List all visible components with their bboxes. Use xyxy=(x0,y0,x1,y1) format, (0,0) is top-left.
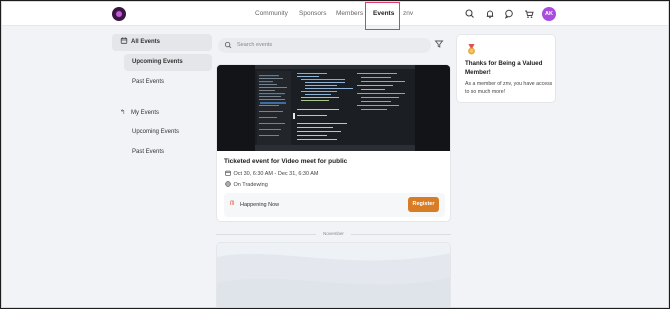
event-placeholder-image xyxy=(217,243,450,307)
bell-icon[interactable] xyxy=(484,8,496,20)
event-date: Oct 30, 6:30 AM - Dec 31, 6:30 AM xyxy=(233,171,319,177)
member-card-title: Thanks for Being a Valued Member! xyxy=(465,60,543,76)
month-divider: November xyxy=(216,230,451,238)
member-card-body: As a member of znv, you have access to s… xyxy=(465,81,553,95)
search-icon[interactable] xyxy=(464,8,476,20)
nav-sponsors[interactable]: Sponsors xyxy=(299,2,326,26)
calendar-icon xyxy=(120,37,128,44)
globe-icon xyxy=(225,181,231,187)
month-label: November xyxy=(323,231,344,236)
app-window: Community Sponsors Members Events znv AK xyxy=(1,1,669,308)
sidebar-item-all-events[interactable]: All Events xyxy=(112,34,212,51)
event-card[interactable]: Ticketed event for Video meet for public… xyxy=(216,64,451,222)
nav-members[interactable]: Members xyxy=(336,2,363,26)
search-icon xyxy=(224,41,232,49)
event-status: Happening Now xyxy=(240,202,280,208)
sidebar-item-my-events[interactable]: ↰ My Events xyxy=(112,104,212,121)
event-location: On Tradewing xyxy=(233,182,268,188)
live-status-icon: ᗰ xyxy=(230,201,235,207)
member-welcome-card: Thanks for Being a Valued Member! As a m… xyxy=(456,34,556,103)
event-footer: ᗰ Happening Now Register xyxy=(224,193,445,217)
event-location-row: On Tradewing xyxy=(224,181,268,188)
sidebar-item-my-past-events[interactable]: Past Events xyxy=(124,144,212,161)
filter-icon[interactable] xyxy=(434,39,444,49)
user-avatar[interactable]: AK xyxy=(542,7,556,21)
search-events-input[interactable]: Search events xyxy=(218,38,431,53)
event-card[interactable] xyxy=(216,242,451,307)
nav-community[interactable]: Community xyxy=(255,2,288,26)
event-date-row: Oct 30, 6:30 AM - Dec 31, 6:30 AM xyxy=(224,170,319,177)
sidebar-item-past-events[interactable]: Past Events xyxy=(124,74,212,91)
sidebar-item-my-upcoming-events[interactable]: Upcoming Events xyxy=(124,124,212,141)
nav-znv[interactable]: znv xyxy=(403,2,413,26)
top-navigation-bar: Community Sponsors Members Events znv AK xyxy=(2,2,668,26)
calendar-icon xyxy=(225,170,231,176)
search-placeholder: Search events xyxy=(237,42,273,48)
event-title[interactable]: Ticketed event for Video meet for public xyxy=(224,158,347,165)
sidebar-label: All Events xyxy=(131,39,161,45)
reply-arrow-icon: ↰ xyxy=(120,109,126,116)
sidebar-item-upcoming-events[interactable]: Upcoming Events xyxy=(124,54,212,71)
events-tab-highlight xyxy=(365,2,400,30)
sidebar-label: My Events xyxy=(131,110,160,116)
cart-icon[interactable] xyxy=(523,8,535,20)
medal-icon xyxy=(468,44,475,55)
event-thumbnail-image xyxy=(217,65,450,151)
community-logo[interactable] xyxy=(112,7,126,21)
register-button[interactable]: Register xyxy=(408,197,439,212)
chat-icon[interactable] xyxy=(503,8,515,20)
